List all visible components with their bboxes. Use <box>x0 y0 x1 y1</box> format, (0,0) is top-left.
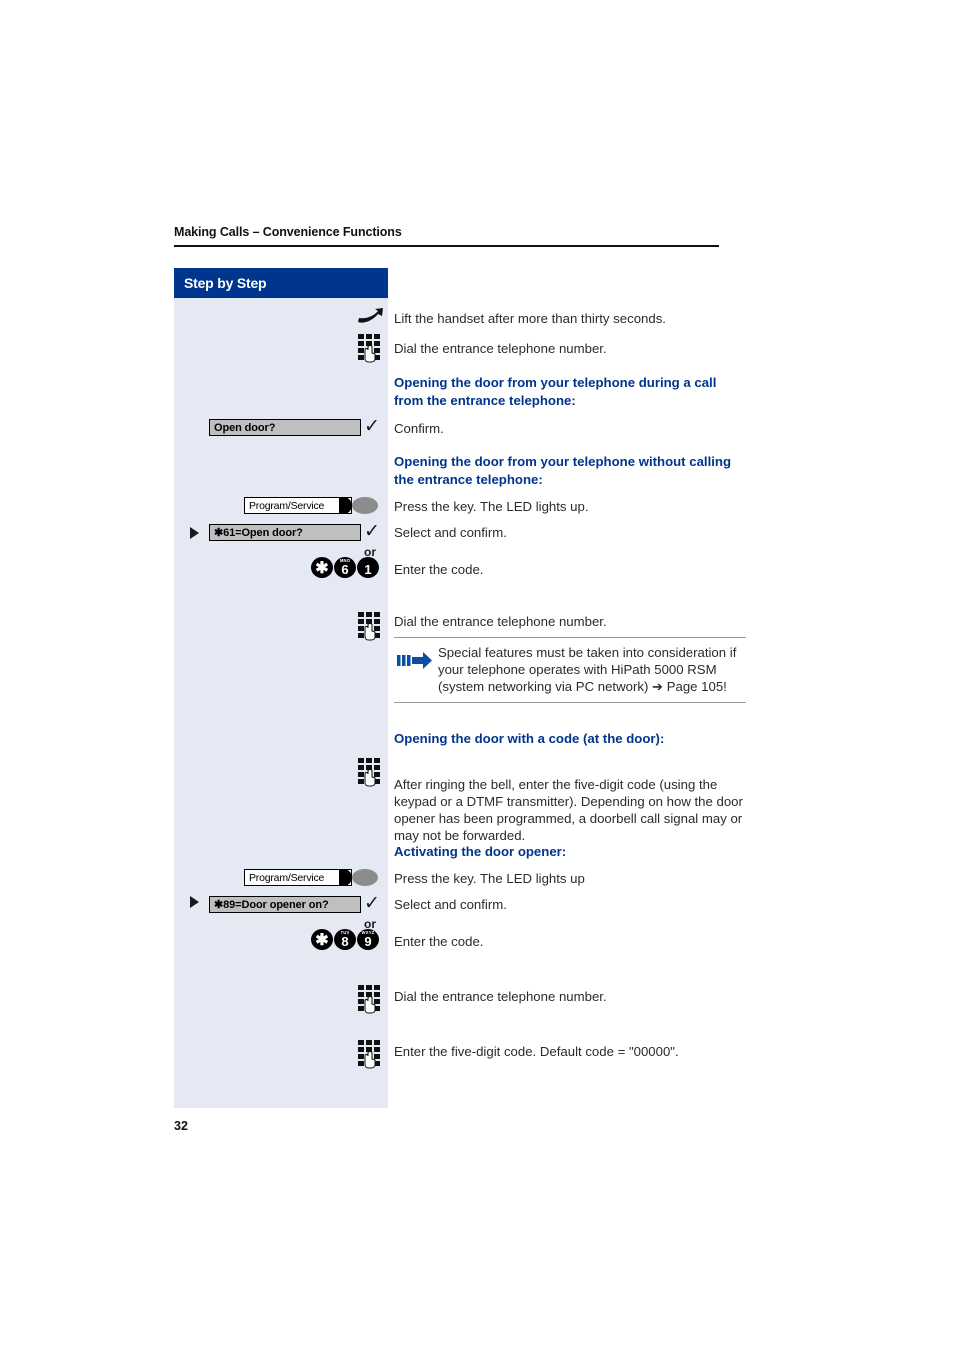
step-text-select-confirm-2: Select and confirm. <box>394 897 507 912</box>
keypad-icon-glyph-5 <box>358 1040 380 1069</box>
keypad-icon-5 <box>357 1039 385 1074</box>
keypad-icon-3 <box>357 757 385 792</box>
display-option-open-door[interactable]: Open door? <box>209 419 361 436</box>
step-text-dial-entrance-1: Dial the entrance telephone number. <box>394 341 607 356</box>
section-heading-3: Opening the door with a code (at the doo… <box>394 731 665 746</box>
running-title: Making Calls – Convenience Functions <box>174 225 402 239</box>
keypad-icon-2 <box>357 611 385 646</box>
code-key-6[interactable]: MNO 6 <box>334 557 356 578</box>
confirm-check-icon-3[interactable]: ✓ <box>364 894 380 913</box>
confirm-check-icon-1[interactable]: ✓ <box>364 417 380 436</box>
step-text-enter-code-2: Enter the code. <box>394 934 484 949</box>
step-text-lift-handset: Lift the handset after more than thirty … <box>394 311 666 326</box>
section-heading-2: Opening the door from your telephone wit… <box>394 454 732 487</box>
note-text: Special features must be taken into cons… <box>438 645 737 694</box>
step-text-select-confirm-1: Select and confirm. <box>394 525 507 540</box>
section-heading-4: Activating the door opener: <box>394 844 567 859</box>
select-marker-icon-2 <box>190 896 199 908</box>
step-text-confirm: Confirm. <box>394 421 444 436</box>
step-by-step-sidebar: Step by Step <box>174 268 388 1108</box>
code-key-star-1[interactable]: ✱ <box>311 557 333 578</box>
step-text-press-key-2: Press the key. The LED lights up <box>394 871 585 886</box>
led-indicator-1 <box>352 497 378 514</box>
led-indicator-2 <box>352 869 378 886</box>
sidebar-title: Step by Step <box>184 275 267 291</box>
keypad-icon <box>357 333 385 368</box>
page-number: 32 <box>174 1119 188 1133</box>
confirm-check-icon-2[interactable]: ✓ <box>364 522 380 541</box>
code-key-1[interactable]: 1 <box>357 557 379 578</box>
code-key-8[interactable]: TUV 8 <box>334 929 356 950</box>
select-marker-icon-1 <box>190 527 199 539</box>
display-option-star89[interactable]: ✱89=Door opener on? <box>209 896 361 913</box>
step-text-code-paragraph: After ringing the bell, enter the five-d… <box>394 777 743 843</box>
handset-icon <box>352 305 386 330</box>
keypad-icon-glyph-3 <box>358 758 380 787</box>
step-text-enter-five-digit: Enter the five-digit code. Default code … <box>394 1044 679 1059</box>
section-heading-1: Opening the door from your telephone dur… <box>394 375 717 408</box>
code-key-star-2[interactable]: ✱ <box>311 929 333 950</box>
handset-icon-glyph <box>358 308 383 323</box>
code-key-9[interactable]: WXYZ 9 <box>357 929 379 950</box>
display-option-star61[interactable]: ✱61=Open door? <box>209 524 361 541</box>
function-key-program-service-2[interactable]: Program/Service <box>244 869 362 886</box>
step-text-dial-entrance-3: Dial the entrance telephone number. <box>394 989 607 1004</box>
note-box: Special features must be taken into cons… <box>394 637 746 703</box>
page-header: Making Calls – Convenience Functions <box>174 225 719 247</box>
sidebar-header: Step by Step <box>174 268 388 298</box>
step-text-enter-code-1: Enter the code. <box>394 562 484 577</box>
keypad-icon-glyph-2 <box>358 612 380 641</box>
code-keys-star-6-1[interactable]: ✱ MNO 6 1 <box>311 557 379 578</box>
keypad-icon-4 <box>357 984 385 1019</box>
note-arrow-icon-glyph <box>397 652 432 669</box>
keypad-icon-glyph <box>358 334 380 363</box>
function-key-program-service-1[interactable]: Program/Service <box>244 497 362 514</box>
step-text-dial-entrance-2: Dial the entrance telephone number. <box>394 614 607 629</box>
code-keys-star-8-9[interactable]: ✱ TUV 8 WXYZ 9 <box>311 929 379 950</box>
keypad-icon-glyph-4 <box>358 985 380 1014</box>
note-arrow-icon <box>394 644 438 695</box>
header-rule <box>174 245 719 247</box>
step-text-press-key-1: Press the key. The LED lights up. <box>394 499 589 514</box>
